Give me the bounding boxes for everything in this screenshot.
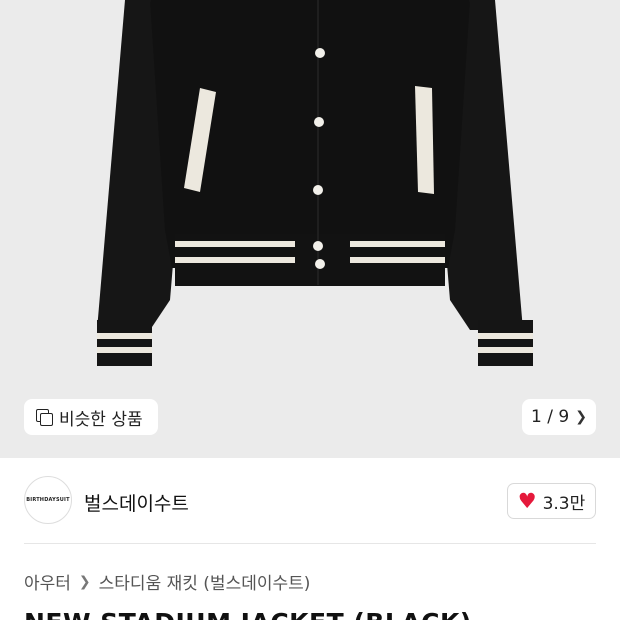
brand-name-link[interactable]: 벌스데이수트 — [84, 489, 189, 516]
chevron-right-icon: ❯ — [78, 573, 91, 590]
product-image-gallery[interactable]: 비슷한 상품 1 / 9 ❯ — [0, 0, 620, 458]
similar-products-label: 비슷한 상품 — [59, 409, 143, 430]
similar-products-button[interactable]: 비슷한 상품 — [24, 399, 158, 435]
image-counter-text: 1 / 9 — [531, 407, 570, 427]
breadcrumb-category[interactable]: 아우터 — [24, 569, 71, 594]
heart-icon: ♥ — [517, 488, 537, 513]
breadcrumb-subcategory[interactable]: 스타디움 재킷 (벌스데이수트) — [99, 569, 311, 594]
image-counter-button[interactable]: 1 / 9 ❯ — [522, 399, 596, 435]
copy-square-icon — [36, 409, 53, 426]
brand-logo[interactable]: BIRTHDAYSUIT — [24, 476, 72, 524]
chevron-right-icon: ❯ — [575, 409, 587, 425]
like-button[interactable]: ♥ 3.3만 — [507, 483, 596, 519]
divider — [24, 543, 596, 544]
brand-row: BIRTHDAYSUIT 벌스데이수트 ♥ 3.3만 — [0, 476, 620, 526]
brand-logo-text: BIRTHDAYSUIT — [26, 497, 70, 503]
product-title: NEW STADIUM JACKET (BLACK) — [24, 608, 472, 620]
product-image — [97, 0, 533, 366]
like-count: 3.3만 — [542, 493, 586, 514]
breadcrumb: 아우터 ❯ 스타디움 재킷 (벌스데이수트) — [24, 569, 311, 595]
